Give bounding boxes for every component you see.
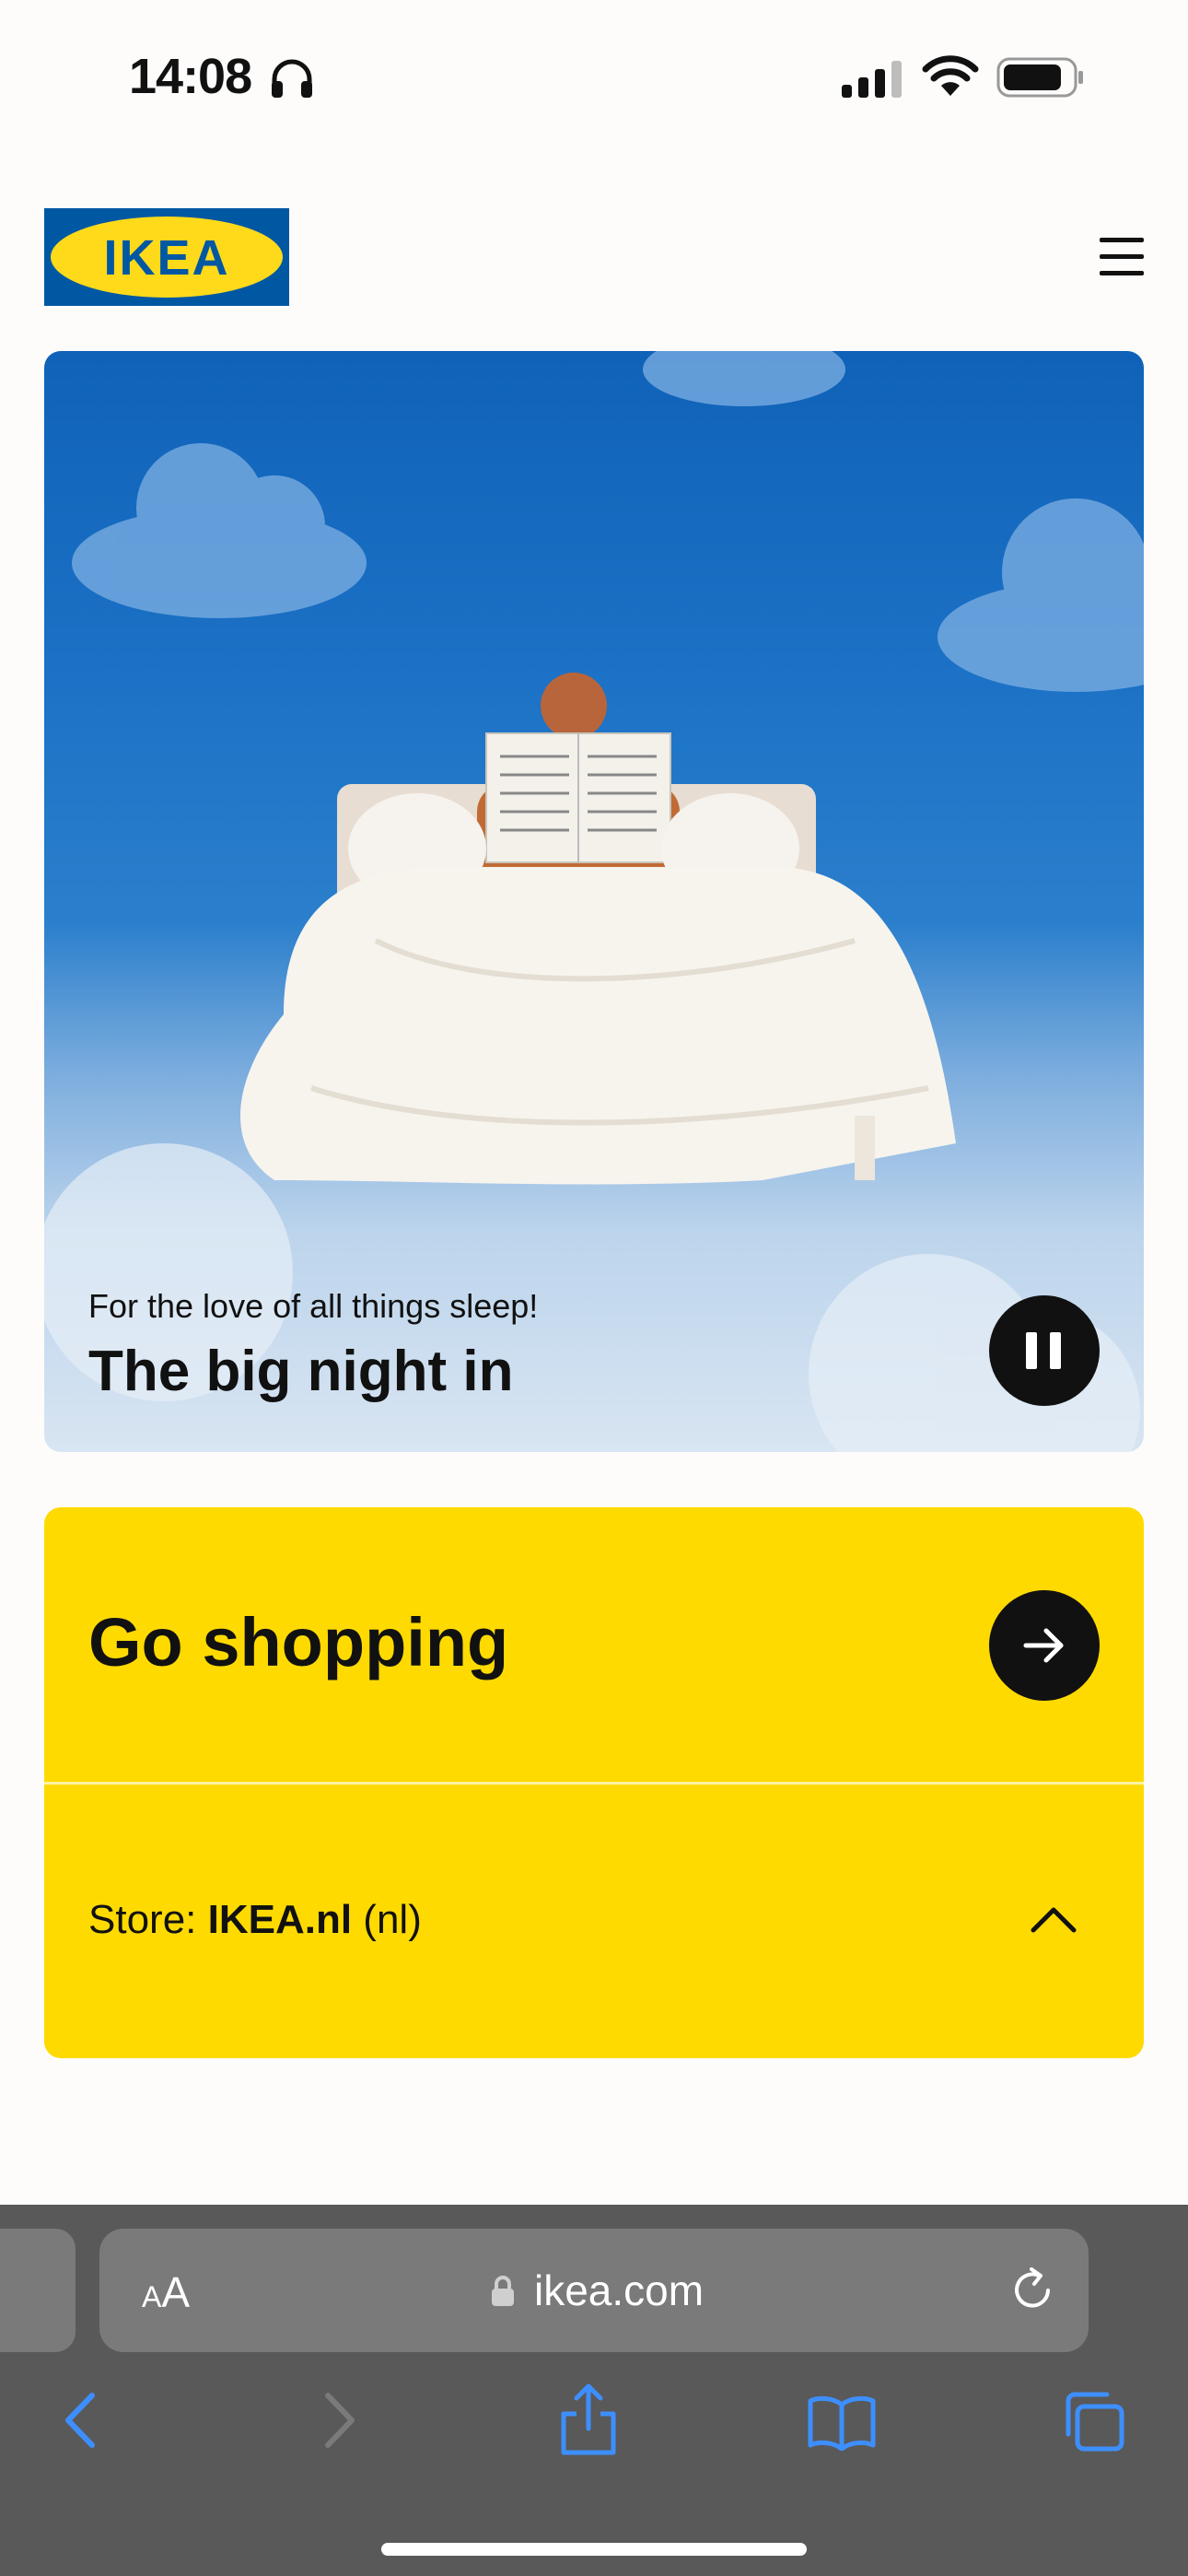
text-size-large-a: A — [161, 2268, 191, 2316]
go-shopping-button[interactable]: Go shopping — [44, 1507, 1144, 1782]
hamburger-menu-icon[interactable] — [1092, 236, 1151, 280]
hero-title: The big night in — [88, 1340, 514, 1403]
text-size-small-a: A — [142, 2280, 162, 2313]
text-size-button[interactable]: AA — [142, 2267, 190, 2317]
store-name: IKEA.nl — [207, 1897, 353, 1942]
pause-button[interactable] — [989, 1295, 1100, 1406]
store-label: Store: — [88, 1897, 208, 1942]
shopping-card: Go shopping Store: IKEA.nl (nl) — [44, 1507, 1144, 2058]
pause-icon-bar — [1050, 1332, 1061, 1369]
go-shopping-title: Go shopping — [88, 1604, 509, 1680]
logo-text: IKEA — [103, 230, 229, 286]
store-text: Store: IKEA.nl (nl) — [88, 1897, 422, 1943]
home-indicator[interactable] — [381, 2543, 807, 2556]
address-bar[interactable]: AA ikea.com — [99, 2229, 1089, 2352]
chevron-up-icon[interactable] — [1028, 1903, 1079, 1936]
hero-subtitle: For the love of all things sleep! — [88, 1287, 539, 1325]
store-language: (nl) — [352, 1897, 422, 1942]
cellular-signal-icon — [842, 61, 902, 98]
arrow-right-button[interactable] — [989, 1590, 1100, 1701]
arrow-right-icon — [1023, 1628, 1064, 1663]
back-icon[interactable] — [61, 2390, 101, 2451]
reload-icon[interactable] — [1004, 2262, 1061, 2319]
headphones-icon — [272, 59, 312, 98]
battery-icon — [996, 57, 1083, 98]
ikea-logo[interactable]: IKEA — [44, 208, 289, 306]
previous-tab-peek[interactable] — [0, 2229, 76, 2352]
wifi-icon — [922, 55, 979, 96]
pause-icon — [1026, 1332, 1037, 1369]
tabs-icon[interactable] — [1061, 2390, 1127, 2454]
share-icon[interactable] — [558, 2383, 619, 2456]
store-selector[interactable]: Store: IKEA.nl (nl) — [44, 1785, 1144, 2058]
lock-icon — [492, 2276, 514, 2306]
status-time: 14:08 — [129, 49, 252, 104]
forward-icon[interactable] — [319, 2390, 359, 2451]
hero-banner[interactable]: For the love of all things sleep! The bi… — [44, 351, 1144, 1452]
url-text: ikea.com — [534, 2266, 705, 2314]
bookmarks-icon[interactable] — [807, 2395, 877, 2451]
